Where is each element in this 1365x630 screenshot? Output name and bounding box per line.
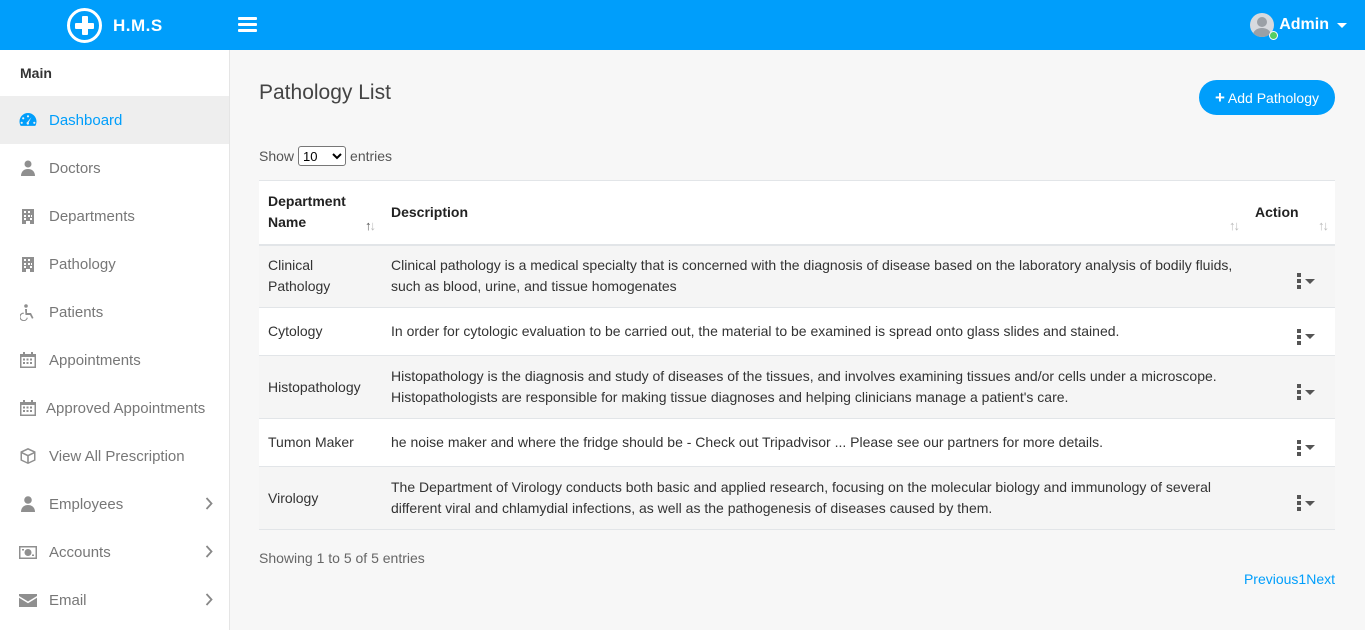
sidebar-item-accounts[interactable]: Accounts xyxy=(0,528,229,576)
pagination: Previous 1 Next xyxy=(1244,571,1335,587)
sidebar-item-label: Approved Appointments xyxy=(46,399,206,417)
row-actions-menu-icon[interactable] xyxy=(1297,272,1315,290)
add-pathology-button[interactable]: + Add Pathology xyxy=(1199,80,1335,115)
row-actions-menu-icon[interactable] xyxy=(1297,494,1315,512)
table-row: Histopathology Histopathology is the dia… xyxy=(259,355,1335,419)
calendar-icon xyxy=(18,399,37,417)
sidebar-item-label: Departments xyxy=(49,207,135,225)
description-cell: Histopathology is the diagnosis and stud… xyxy=(382,355,1246,419)
caret-down-icon xyxy=(1337,22,1347,28)
table-header-row: Department Name ↑↓ Description ↑↓ Action… xyxy=(259,180,1335,246)
department-name-cell: Clinical Pathology xyxy=(259,244,382,308)
pagination-page-1[interactable]: 1 xyxy=(1298,571,1306,587)
hospital-icon xyxy=(18,207,37,225)
logo-text: H.M.S xyxy=(113,15,163,35)
user-name: Admin xyxy=(1279,16,1329,33)
dashboard-icon xyxy=(18,111,37,129)
column-header-department-name[interactable]: Department Name ↑↓ xyxy=(259,180,382,246)
show-entries-control: Show 10 entries xyxy=(259,146,392,166)
sidebar-item-approved-appointments[interactable]: Approved Appointments xyxy=(0,384,229,432)
cube-icon xyxy=(18,447,37,465)
table-row: Clinical Pathology Clinical pathology is… xyxy=(259,244,1335,308)
table-row: Tumon Maker he noise maker and where the… xyxy=(259,418,1335,467)
pagination-previous[interactable]: Previous xyxy=(1244,571,1298,587)
sidebar-item-employees[interactable]: Employees xyxy=(0,480,229,528)
sidebar-item-dashboard[interactable]: Dashboard xyxy=(0,96,229,144)
sidebar-item-label: Accounts xyxy=(49,543,111,561)
sidebar-item-label: Doctors xyxy=(49,159,101,177)
page-size-select[interactable]: 10 xyxy=(298,146,347,166)
user-md-icon xyxy=(18,159,37,177)
sort-icon: ↑↓ xyxy=(365,217,376,233)
sidebar-item-doctors[interactable]: Doctors xyxy=(0,144,229,192)
envelope-icon xyxy=(18,591,37,609)
department-name-cell: Histopathology xyxy=(259,355,382,419)
description-cell: he noise maker and where the fridge shou… xyxy=(382,418,1246,467)
online-status-dot xyxy=(1269,31,1279,40)
sort-icon: ↑↓ xyxy=(1318,217,1329,233)
department-name-cell: Virology xyxy=(259,466,382,530)
table-info-text: Showing 1 to 5 of 5 entries xyxy=(259,550,425,566)
row-actions-menu-icon[interactable] xyxy=(1297,328,1315,346)
pagination-next[interactable]: Next xyxy=(1306,571,1335,587)
sidebar-item-label: View All Prescription xyxy=(49,447,185,465)
sidebar-item-appointments[interactable]: Appointments xyxy=(0,336,229,384)
medical-cross-icon xyxy=(67,8,102,43)
department-name-cell: Tumon Maker xyxy=(259,418,382,467)
money-icon xyxy=(18,543,37,561)
add-pathology-label: Add Pathology xyxy=(1227,89,1319,106)
sidebar-item-email[interactable]: Email xyxy=(0,576,229,624)
sidebar-item-label: Dashboard xyxy=(49,111,123,129)
hospital-icon xyxy=(18,255,37,273)
sidebar-item-pathology[interactable]: Pathology xyxy=(0,240,229,288)
pathology-table: Department Name ↑↓ Description ↑↓ Action… xyxy=(259,180,1335,530)
column-header-description[interactable]: Description ↑↓ xyxy=(382,180,1246,246)
table-row: Cytology In order for cytologic evaluati… xyxy=(259,307,1335,356)
hamburger-menu-icon[interactable] xyxy=(238,17,257,33)
page-title: Pathology List xyxy=(259,81,391,104)
sidebar-item-label: Patients xyxy=(49,303,104,321)
description-cell: The Department of Virology conducts both… xyxy=(382,466,1246,530)
sidebar-item-label: Email xyxy=(49,591,87,609)
wheelchair-icon xyxy=(18,303,37,321)
description-cell: In order for cytologic evaluation to be … xyxy=(382,307,1246,356)
sidebar-item-label: Appointments xyxy=(49,351,141,369)
row-actions-menu-icon[interactable] xyxy=(1297,439,1315,457)
user-icon xyxy=(18,495,37,513)
sidebar-item-departments[interactable]: Departments xyxy=(0,192,229,240)
logo[interactable]: H.M.S xyxy=(67,8,163,43)
department-name-cell: Cytology xyxy=(259,307,382,356)
chevron-right-icon xyxy=(205,497,213,510)
show-label: Show xyxy=(259,148,295,164)
sidebar: Main Dashboard Doctors Departments Patho… xyxy=(0,50,230,630)
column-header-action[interactable]: Action ↑↓ xyxy=(1246,180,1335,246)
chevron-right-icon xyxy=(205,593,213,606)
sidebar-item-view-all-prescription[interactable]: View All Prescription xyxy=(0,432,229,480)
sidebar-item-label: Pathology xyxy=(49,255,116,273)
plus-icon: + xyxy=(1214,87,1225,107)
user-menu[interactable]: Admin xyxy=(1250,13,1347,40)
entries-label: entries xyxy=(350,148,393,164)
chevron-right-icon xyxy=(205,545,213,558)
calendar-icon xyxy=(18,351,37,369)
row-actions-menu-icon[interactable] xyxy=(1297,383,1315,401)
sidebar-item-patients[interactable]: Patients xyxy=(0,288,229,336)
sidebar-item-label: Employees xyxy=(49,495,124,513)
description-cell: Clinical pathology is a medical specialt… xyxy=(382,244,1246,308)
table-row: Virology The Department of Virology cond… xyxy=(259,466,1335,530)
top-header: H.M.S Admin xyxy=(0,0,1365,50)
sidebar-menu-title: Main xyxy=(20,65,52,81)
sort-icon: ↑↓ xyxy=(1229,217,1240,233)
